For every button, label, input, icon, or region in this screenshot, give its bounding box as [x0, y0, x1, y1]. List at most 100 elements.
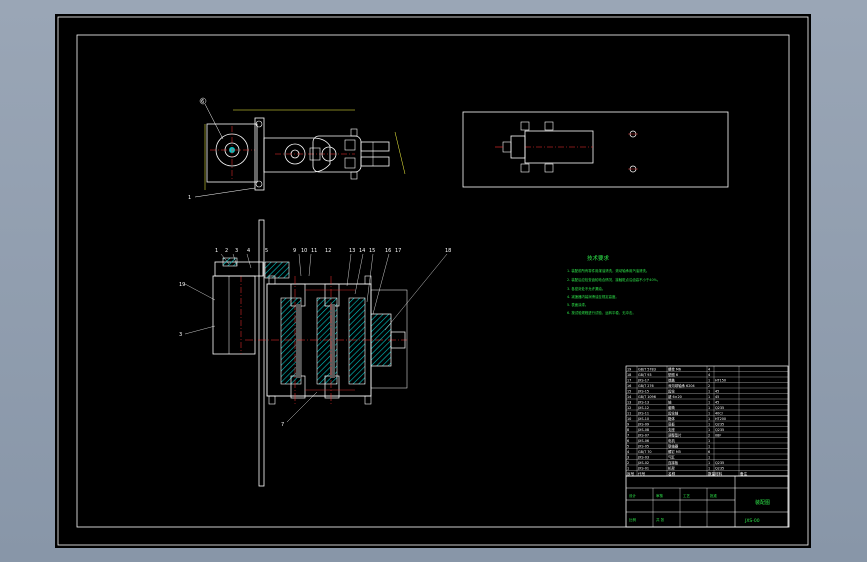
- tech-note-line: 3. 各密封处不允许漏油。: [567, 286, 605, 291]
- parts-list-cell: JXS-12: [637, 406, 649, 410]
- parts-list-cell: 9: [627, 422, 629, 426]
- parts-list-cell: 1: [708, 378, 710, 382]
- balloon: 2: [225, 248, 228, 254]
- parts-list-cell: 8: [627, 428, 629, 432]
- parts-list-cell: JXS-15: [637, 389, 649, 393]
- parts-list-cell: 4: [708, 367, 710, 371]
- parts-list-cell: 垫圈 6: [668, 372, 678, 377]
- title-block: 装配图 JXS-00 设计 审核 工艺 批准 比例 共 张: [625, 475, 789, 528]
- balloon: 18: [445, 248, 451, 254]
- parts-list-cell: HT200: [715, 417, 726, 421]
- parts-list-cell: 16: [627, 384, 631, 388]
- parts-list-cell: 深沟球轴承 6204: [668, 383, 695, 388]
- parts-list-cell: 1: [708, 455, 710, 459]
- parts-list-cell: 1: [708, 400, 710, 404]
- parts-list-cell: Q235: [715, 406, 724, 410]
- technical-requirements: 技术要求 1. 装配前所有零件用煤油清洗，滚动轴承用汽油清洗。 2. 装配后应检…: [567, 254, 660, 315]
- left-cylinder: [212, 275, 256, 355]
- parts-list-cell: 40Cr: [715, 411, 724, 415]
- front-section-view[interactable]: 1 2 3 4 5 9 10 11 12 13 14 15 16 17 18 1…: [179, 219, 451, 487]
- parts-list-header: 代号: [638, 471, 646, 476]
- parts-list-cell: 14: [627, 395, 631, 399]
- parts-list-cell: 轴: [668, 399, 672, 404]
- parts-list-cell: 1: [708, 389, 710, 393]
- parts-list-header: 材料: [715, 471, 723, 476]
- parts-list-cell: 6: [627, 439, 629, 443]
- balloon: 5: [265, 248, 268, 254]
- parts-list-cell: 4: [627, 450, 629, 454]
- parts-list-cell: 45: [715, 400, 719, 404]
- balloon: 17: [395, 248, 401, 254]
- balloon-left-3: 3: [179, 332, 182, 338]
- balloon-left-19: 19: [179, 282, 185, 288]
- top-balloon-1: 1: [188, 195, 191, 201]
- parts-list-cell: 螺钉 M5: [668, 449, 681, 454]
- parts-list-cell: 2: [708, 433, 710, 437]
- parts-list-cell: 1: [708, 411, 710, 415]
- parts-list-cell: 底板: [668, 421, 675, 426]
- parts-list-cell: JXS-10: [637, 417, 649, 421]
- parts-list-cell: 调整垫片: [668, 432, 682, 437]
- parts-list-cell: 08F: [715, 433, 721, 437]
- parts-list-cell: 7: [627, 433, 629, 437]
- balloon: 15: [369, 248, 375, 254]
- parts-list-cell: 联轴器: [668, 443, 679, 448]
- parts-list-cell: JXS-05: [637, 444, 649, 448]
- parts-list-cell: 套筒: [668, 405, 675, 410]
- parts-list-cell: 12: [627, 406, 631, 410]
- parts-list-header: 序号: [627, 471, 635, 476]
- cad-viewport[interactable]: 6 1 1 2 3 4 5 9 10 11 12 13 14 15 16 17 …: [55, 14, 811, 548]
- flange-plate: [254, 117, 265, 191]
- parts-list-header: 备注: [740, 471, 748, 476]
- parts-list-cell: Q235: [715, 466, 724, 470]
- tb-field: 设计: [629, 493, 637, 498]
- parts-list-cell: 2: [627, 461, 629, 465]
- parts-list-cell: 1: [708, 444, 710, 448]
- tb-field: 比例: [629, 517, 637, 522]
- top-view[interactable]: 6 1: [188, 97, 406, 201]
- parts-list: 19 GB/T 5783 螺栓 M6 418 GB/T 93 垫圈 6 417 JXS-17 端…: [625, 365, 789, 477]
- balloon: 9: [293, 248, 296, 254]
- parts-list-cell: 11: [627, 411, 631, 415]
- tb-field: 共 张: [656, 517, 665, 522]
- parts-list-cell: 15: [627, 389, 631, 393]
- parts-list-cell: JXS-06: [637, 439, 649, 443]
- balloon: 1: [215, 248, 218, 254]
- balloon: 4: [247, 248, 250, 254]
- parts-list-cell: 6: [708, 450, 710, 454]
- parts-list-cell: GB/T 5783: [638, 367, 656, 371]
- balloon-bottom-7: 7: [281, 422, 284, 428]
- parts-list-cell: 齿轮: [668, 388, 675, 393]
- tech-note-line: 1. 装配前所有零件用煤油清洗，滚动轴承用汽油清洗。: [567, 268, 649, 273]
- parts-list-cell: 气缸: [668, 454, 675, 459]
- parts-list-header: 名称: [668, 471, 676, 476]
- parts-list-cell: JXS-17: [637, 378, 649, 382]
- parts-list-cell: 支座: [668, 427, 675, 432]
- parts-list-cell: 1: [708, 461, 710, 465]
- parts-list-cell: 3: [627, 455, 629, 459]
- parts-list-cell: 螺栓 M6: [668, 366, 681, 371]
- tb-field: 审核: [656, 493, 664, 498]
- parts-list-cell: 13: [627, 400, 631, 404]
- parts-list-cell: 45: [715, 395, 719, 399]
- parts-list-cell: 键 6×20: [668, 394, 682, 399]
- gripper-finger-bottom: [360, 156, 390, 167]
- parts-list-cell: 1: [708, 466, 710, 470]
- parts-list-cell: 1: [708, 395, 710, 399]
- parts-list-cell: 1: [708, 406, 710, 410]
- parts-list-cell: Q235: [715, 422, 724, 426]
- parts-list-cell: JXS-03: [637, 455, 649, 459]
- parts-list-cell: 4: [708, 373, 710, 377]
- end-cap: [370, 313, 392, 367]
- side-view[interactable]: [462, 111, 729, 188]
- parts-list-cell: 1: [708, 422, 710, 426]
- tb-field: 工艺: [683, 493, 691, 498]
- parts-list-cell: GB/T 93: [638, 373, 652, 377]
- parts-list-cell: 1: [708, 439, 710, 443]
- parts-list-cell: GB/T 70: [638, 450, 652, 454]
- drawing-name: 装配图: [755, 499, 770, 506]
- parts-list-cell: 10: [627, 417, 631, 421]
- parts-list-cell: GB/T 276: [638, 384, 654, 388]
- balloon: 10: [301, 248, 307, 254]
- parts-list-cell: JXS-08: [637, 428, 649, 432]
